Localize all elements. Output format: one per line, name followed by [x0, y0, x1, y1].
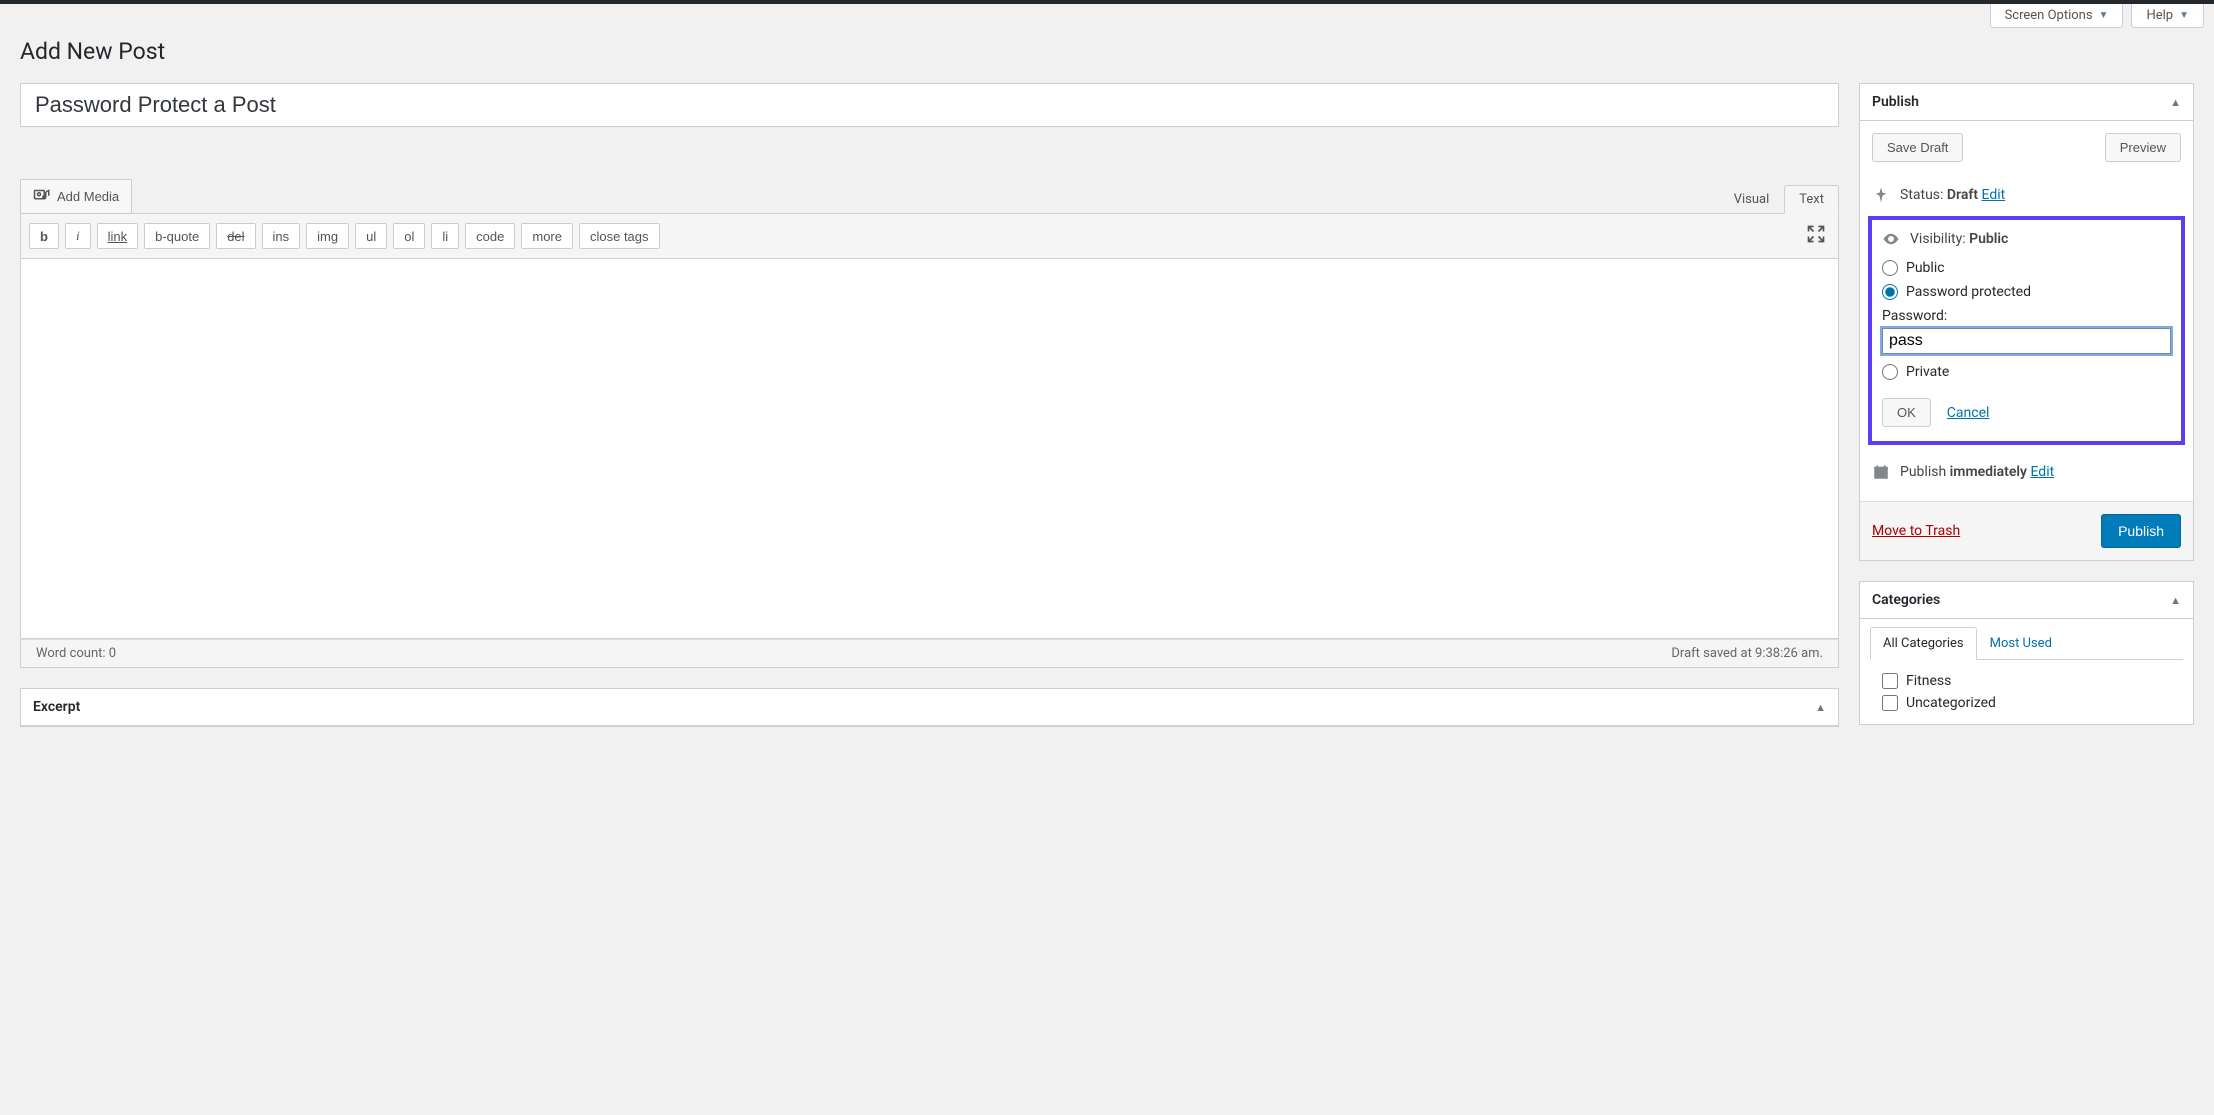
visibility-row: Visibility: Public: [1882, 230, 2171, 256]
toolbar-ul-button[interactable]: ul: [355, 223, 387, 249]
excerpt-header[interactable]: Excerpt ▲: [21, 689, 1838, 726]
visibility-public-radio[interactable]: [1882, 260, 1898, 276]
category-item[interactable]: Uncategorized: [1882, 692, 2171, 714]
password-label: Password:: [1882, 304, 2171, 328]
toolbar-li-button[interactable]: li: [431, 223, 459, 249]
toolbar-code-button[interactable]: code: [465, 223, 515, 249]
help-label: Help: [2146, 8, 2173, 23]
visibility-highlight: Visibility: Public Public Password prote…: [1868, 216, 2185, 445]
screen-options-tab[interactable]: Screen Options ▼: [1990, 4, 2124, 28]
edit-schedule-link[interactable]: Edit: [2030, 464, 2054, 480]
chevron-down-icon: ▼: [2099, 10, 2109, 21]
editor-textarea[interactable]: [20, 259, 1839, 639]
tab-text[interactable]: Text: [1784, 185, 1839, 214]
categories-header[interactable]: Categories ▲: [1860, 582, 2193, 619]
visibility-public-option[interactable]: Public: [1882, 256, 2171, 280]
chevron-down-icon: ▼: [2179, 10, 2189, 21]
visibility-cancel-link[interactable]: Cancel: [1947, 405, 1990, 421]
toolbar-italic-button[interactable]: i: [65, 223, 91, 249]
toolbar-blockquote-button[interactable]: b-quote: [144, 223, 210, 249]
pin-icon: [1872, 186, 1892, 204]
categories-tab-all[interactable]: All Categories: [1870, 627, 1977, 660]
chevron-up-icon: ▲: [2170, 594, 2181, 607]
publish-title: Publish: [1872, 94, 1919, 110]
categories-title: Categories: [1872, 592, 1940, 608]
eye-icon: [1882, 230, 1902, 248]
camera-music-icon: [33, 186, 51, 207]
excerpt-box: Excerpt ▲: [20, 688, 1839, 727]
add-media-button[interactable]: Add Media: [20, 179, 132, 214]
publish-header[interactable]: Publish ▲: [1860, 84, 2193, 121]
visibility-private-option[interactable]: Private: [1882, 360, 2171, 384]
visibility-password-option[interactable]: Password protected: [1882, 280, 2171, 304]
word-count: Word count: 0: [36, 646, 116, 661]
visibility-private-radio[interactable]: [1882, 364, 1898, 380]
category-item[interactable]: Fitness: [1882, 670, 2171, 692]
save-draft-button[interactable]: Save Draft: [1872, 133, 1963, 162]
chevron-up-icon: ▲: [2170, 96, 2181, 109]
toolbar-more-button[interactable]: more: [521, 223, 573, 249]
publish-box: Publish ▲ Save Draft Preview Status: Dra…: [1859, 83, 2194, 561]
toolbar-del-button[interactable]: del: [216, 223, 255, 249]
categories-box: Categories ▲ All Categories Most Used Fi…: [1859, 581, 2194, 725]
tab-visual[interactable]: Visual: [1719, 185, 1785, 214]
add-media-label: Add Media: [57, 189, 119, 204]
visibility-password-radio[interactable]: [1882, 284, 1898, 300]
category-checkbox[interactable]: [1882, 695, 1898, 711]
post-title-input[interactable]: [20, 83, 1839, 127]
toolbar-link-button[interactable]: link: [97, 223, 139, 249]
category-checkbox[interactable]: [1882, 673, 1898, 689]
visibility-ok-button[interactable]: OK: [1882, 398, 1931, 427]
categories-tab-mostused[interactable]: Most Used: [1977, 627, 2065, 660]
status-row: Status: Draft Edit: [1872, 178, 2181, 212]
help-tab[interactable]: Help ▼: [2131, 4, 2204, 28]
toolbar-closetags-button[interactable]: close tags: [579, 223, 660, 249]
publish-button[interactable]: Publish: [2101, 514, 2181, 548]
toolbar-bold-button[interactable]: b: [29, 223, 59, 249]
toolbar-img-button[interactable]: img: [306, 223, 349, 249]
move-to-trash-link[interactable]: Move to Trash: [1872, 523, 1960, 539]
excerpt-title: Excerpt: [33, 699, 80, 715]
page-title: Add New Post: [20, 38, 2194, 65]
password-input[interactable]: [1882, 328, 2171, 354]
screen-options-label: Screen Options: [2005, 8, 2093, 23]
schedule-row: Publish immediately Edit: [1872, 455, 2181, 489]
calendar-icon: [1872, 463, 1892, 481]
preview-button[interactable]: Preview: [2105, 133, 2181, 162]
toolbar-ins-button[interactable]: ins: [262, 223, 301, 249]
autosave-status: Draft saved at 9:38:26 am.: [1671, 646, 1823, 661]
edit-status-link[interactable]: Edit: [1982, 187, 2006, 203]
fullscreen-icon[interactable]: [1802, 220, 1830, 252]
toolbar-ol-button[interactable]: ol: [393, 223, 425, 249]
editor-toolbar: b i link b-quote del ins img ul ol li co…: [20, 213, 1839, 259]
chevron-up-icon: ▲: [1815, 701, 1826, 714]
